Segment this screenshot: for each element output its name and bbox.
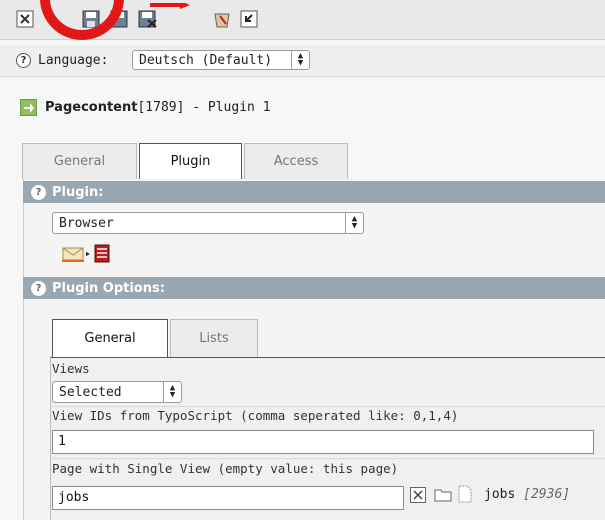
single-view-ref-name: jobs: [484, 487, 516, 502]
view-ids-input[interactable]: 1: [52, 430, 594, 454]
toolbar: [0, 0, 605, 40]
page-content-icon: [20, 98, 37, 116]
subtab-general-label: General: [84, 331, 136, 346]
plugin-icons: [62, 244, 114, 264]
plugin-options-header: ? Plugin Options:: [23, 277, 605, 299]
language-label: Language:: [38, 53, 109, 68]
single-view-reference[interactable]: jobs [2936]: [484, 487, 570, 502]
tab-access-label: Access: [273, 154, 319, 169]
subtab-general[interactable]: General: [52, 319, 168, 357]
language-select[interactable]: Deutsch (Default) ▲ ▼: [132, 50, 310, 70]
subtab-lists[interactable]: Lists: [170, 319, 258, 357]
chevron-updown-icon: ▲ ▼: [345, 213, 363, 233]
language-select-value: Deutsch (Default): [139, 52, 273, 68]
undo-icon[interactable]: [240, 10, 258, 30]
chevron-updown-icon: ▲ ▼: [163, 382, 181, 402]
tab-general-label: General: [53, 154, 106, 169]
page-icon: [458, 485, 472, 507]
tab-plugin[interactable]: Plugin: [139, 143, 242, 179]
save-icon[interactable]: [82, 10, 100, 30]
tab-access[interactable]: Access: [244, 143, 348, 179]
chevron-updown-icon: ▲ ▼: [291, 51, 309, 69]
tab-plugin-label: Plugin: [170, 154, 211, 169]
plugin-section-title: Plugin:: [52, 184, 104, 200]
delete-icon[interactable]: [212, 10, 232, 30]
views-label: Views: [52, 361, 90, 376]
annotation-arrow: [150, 0, 190, 9]
views-select-value: Selected: [59, 384, 122, 400]
clear-icon[interactable]: [410, 487, 426, 507]
view-ids-label: View IDs from TypoScript (comma seperate…: [52, 408, 459, 423]
page-title-bold: Pagecontent: [45, 99, 138, 115]
single-view-label: Page with Single View (empty value: this…: [52, 461, 399, 476]
single-view-ref-id: [2936]: [523, 487, 571, 502]
help-icon[interactable]: ?: [31, 280, 46, 296]
plugin-options-title: Plugin Options:: [52, 280, 165, 296]
single-view-input[interactable]: jobs: [52, 486, 404, 510]
subtab-lists-label: Lists: [199, 331, 229, 346]
help-icon[interactable]: ?: [31, 184, 46, 200]
folder-icon[interactable]: [434, 488, 452, 506]
page-title-rest: [1789] - Plugin 1: [137, 99, 271, 115]
divider: [50, 406, 605, 407]
close-icon[interactable]: [16, 10, 34, 30]
divider: [50, 458, 605, 459]
server-icon: [94, 244, 110, 263]
plugin-select[interactable]: Browser ▲ ▼: [52, 212, 364, 234]
plugin-select-value: Browser: [59, 215, 114, 231]
plugin-section-header: ? Plugin:: [23, 181, 605, 203]
page-title: Pagecontent [1789] - Plugin 1: [20, 96, 271, 118]
views-select[interactable]: Selected ▲ ▼: [52, 381, 182, 403]
mail-icon: [62, 247, 84, 262]
save-close-icon[interactable]: [138, 10, 158, 30]
language-row: ? Language: Deutsch (Default) ▲ ▼: [0, 45, 605, 77]
save-view-icon[interactable]: [110, 10, 128, 30]
tab-general[interactable]: General: [22, 143, 137, 179]
help-icon[interactable]: ?: [16, 53, 31, 68]
